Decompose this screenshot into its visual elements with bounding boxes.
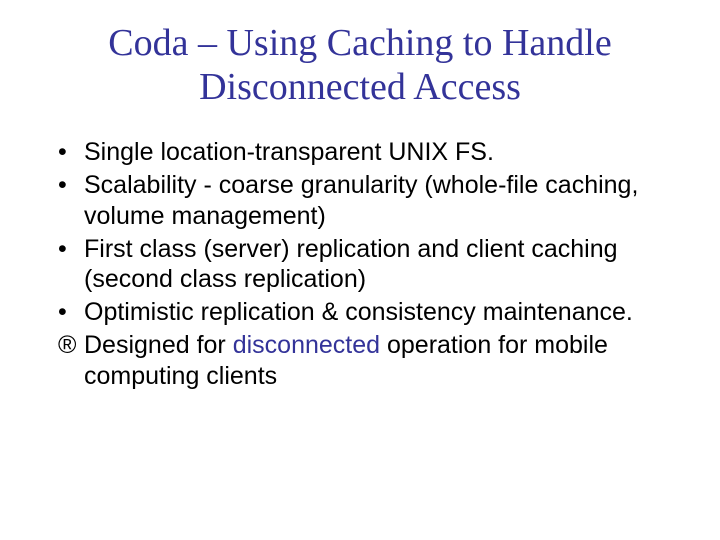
text-pre: Designed for: [84, 331, 233, 359]
bullet-item: • Single location-transparent UNIX FS.: [40, 137, 680, 168]
bullet-text: Scalability - coarse granularity (whole-…: [84, 170, 680, 232]
bullet-item: • Scalability - coarse granularity (whol…: [40, 170, 680, 232]
bullet-text: Designed for disconnected operation for …: [84, 330, 680, 392]
bullet-item: ® Designed for disconnected operation fo…: [40, 330, 680, 392]
bullet-item: • Optimistic replication & consistency m…: [40, 297, 680, 328]
bullet-mark: •: [58, 170, 84, 232]
slide-body: • Single location-transparent UNIX FS. •…: [40, 137, 680, 391]
bullet-mark: •: [58, 297, 84, 328]
slide-title: Coda – Using Caching to Handle Disconnec…: [40, 22, 680, 109]
highlight-text: disconnected: [233, 331, 380, 359]
bullet-mark: •: [58, 137, 84, 168]
arrow-icon: ®: [58, 330, 84, 392]
bullet-item: • First class (server) replication and c…: [40, 234, 680, 296]
bullet-mark: •: [58, 234, 84, 296]
slide: Coda – Using Caching to Handle Disconnec…: [0, 0, 720, 540]
bullet-text: Single location-transparent UNIX FS.: [84, 137, 680, 168]
bullet-text: First class (server) replication and cli…: [84, 234, 680, 296]
bullet-text: Optimistic replication & consistency mai…: [84, 297, 680, 328]
